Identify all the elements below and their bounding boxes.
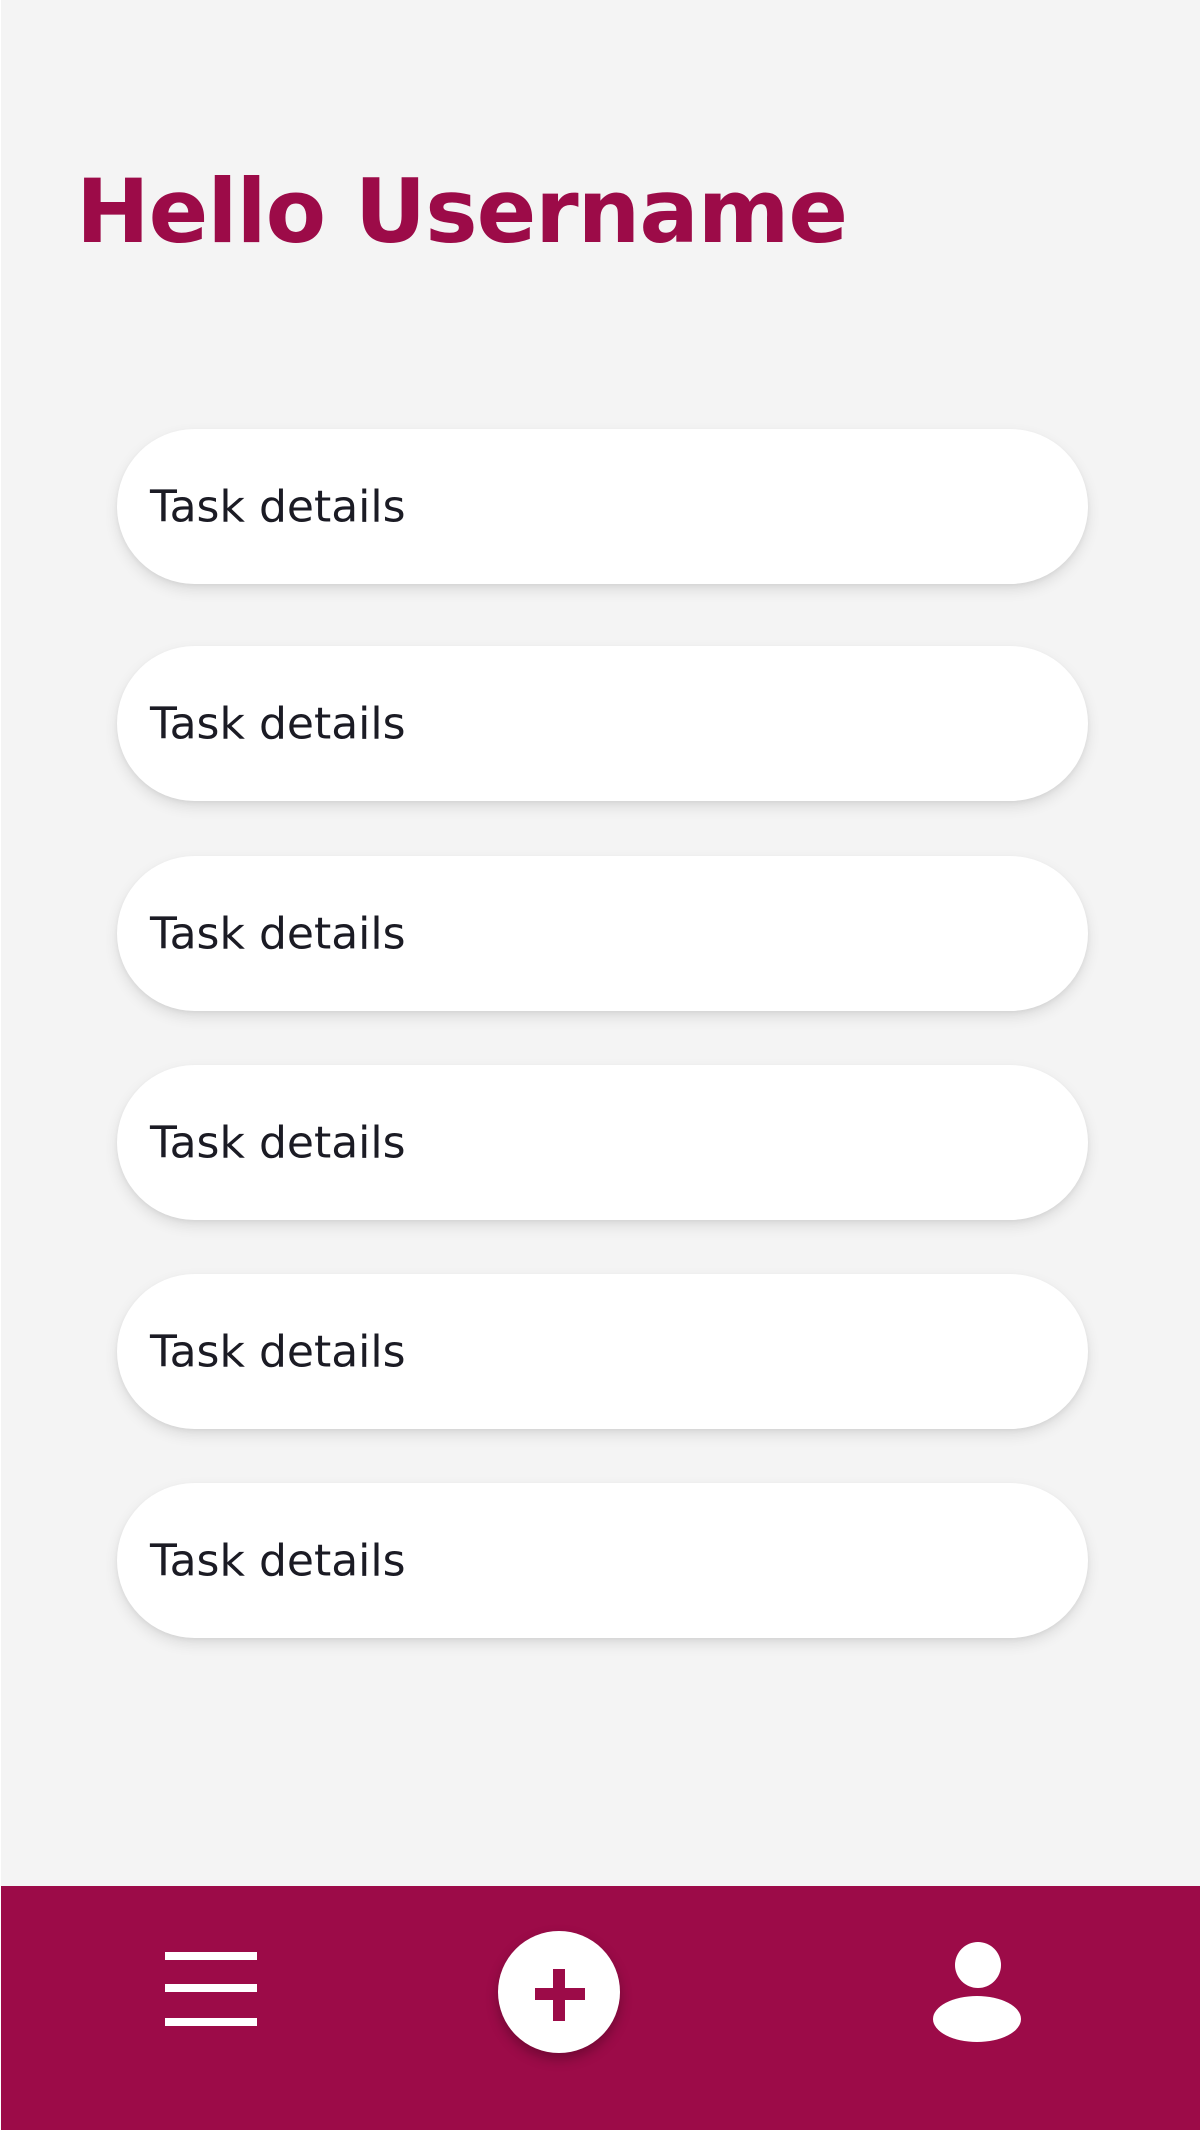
app-screen: Hello Username Task details Task details… bbox=[1, 0, 1200, 2130]
bottom-navigation-bar bbox=[1, 1886, 1200, 2130]
task-label: Task details bbox=[150, 1326, 406, 1377]
task-label: Task details bbox=[150, 481, 406, 532]
menu-button[interactable] bbox=[161, 1952, 257, 2026]
task-card[interactable]: Task details bbox=[117, 1065, 1088, 1220]
task-label: Task details bbox=[150, 908, 406, 959]
task-card[interactable]: Task details bbox=[117, 429, 1088, 584]
task-label: Task details bbox=[150, 698, 406, 749]
task-card[interactable]: Task details bbox=[117, 1483, 1088, 1638]
task-label: Task details bbox=[150, 1117, 406, 1168]
task-card[interactable]: Task details bbox=[117, 856, 1088, 1011]
profile-button[interactable] bbox=[930, 1938, 1024, 2042]
task-card[interactable]: Task details bbox=[117, 646, 1088, 801]
task-label: Task details bbox=[150, 1535, 406, 1586]
page-title: Hello Username bbox=[76, 160, 848, 263]
task-card[interactable]: Task details bbox=[117, 1274, 1088, 1429]
add-task-button[interactable] bbox=[498, 1931, 620, 2053]
